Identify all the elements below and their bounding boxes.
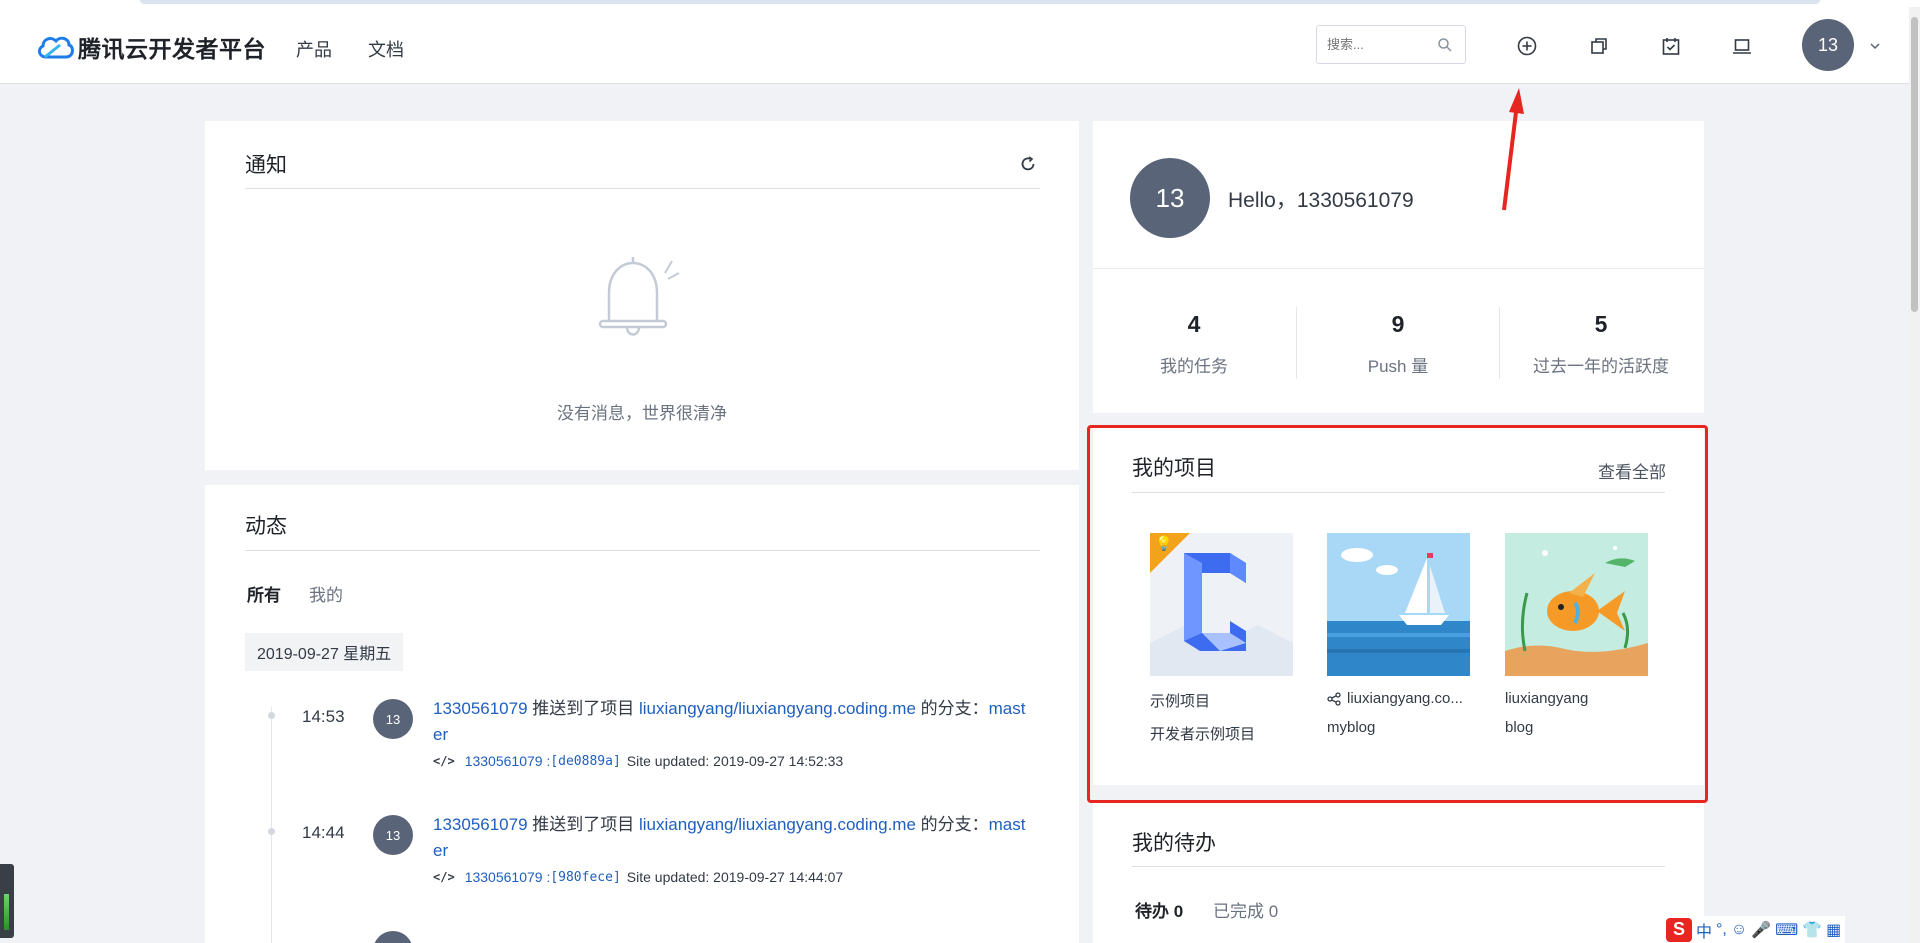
greeting: Hello，1330561079	[1228, 189, 1414, 212]
activity-title: 动态	[245, 515, 287, 538]
todo-title: 我的待办	[1132, 832, 1216, 855]
activity-entry: 1330561079 推送到了项目 liuxiangyang/liuxiangy…	[433, 815, 1026, 860]
brand-logo[interactable]: 腾讯云开发者平台	[36, 27, 266, 67]
commit-user-link[interactable]: 1330561079 :	[465, 753, 551, 769]
stat-activity[interactable]: 5 过去一年的活跃度	[1501, 311, 1701, 377]
ime-punctuation-icon[interactable]: °,	[1716, 921, 1727, 939]
nav-docs[interactable]: 文档	[368, 36, 404, 62]
task-check-icon[interactable]	[1660, 35, 1682, 57]
tab-mine[interactable]: 我的	[309, 581, 343, 606]
user-avatar[interactable]: 13	[1802, 19, 1854, 71]
profile-avatar[interactable]: 13	[1130, 158, 1210, 238]
ime-mic-icon[interactable]: 🎤	[1751, 920, 1771, 940]
activity-card: 动态 所有 我的 2019-09-27 星期五 14:53 13 1330561…	[205, 485, 1079, 943]
commit-line: </> 1330561079 : [980fece] Site updated:…	[433, 869, 843, 885]
commit-message: Site updated: 2019-09-27 14:44:07	[626, 869, 844, 885]
bell-icon	[598, 257, 680, 336]
top-strip	[0, 0, 1920, 7]
top-header: 腾讯云开发者平台 产品 文档 13	[0, 7, 1909, 84]
ime-logo[interactable]: S	[1666, 917, 1692, 942]
entry-time: 14:44	[302, 823, 345, 842]
commit-user-link[interactable]: 1330561079 :	[465, 869, 551, 885]
side-meter	[0, 864, 14, 938]
refresh-icon[interactable]	[1018, 154, 1038, 174]
annotation-arrow-icon	[1502, 88, 1524, 211]
search-box[interactable]	[1316, 25, 1466, 64]
tab-todo[interactable]: 待办 0	[1135, 897, 1183, 922]
todo-card: 我的待办 待办 0 已完成 0	[1093, 800, 1704, 943]
stat-tasks[interactable]: 4 我的任务	[1094, 311, 1294, 377]
chevron-down-icon[interactable]	[1868, 39, 1882, 53]
profile-card: 13 Hello，1330561079 4 我的任务 9 Push 量 5 过去…	[1093, 121, 1704, 413]
cloud-logo-icon	[37, 36, 74, 59]
nav-products[interactable]: 产品	[296, 36, 332, 62]
ime-emoji-icon[interactable]: ☺	[1731, 921, 1747, 939]
code-icon: </>	[433, 754, 455, 768]
commit-hash-link[interactable]: [980fece]	[550, 870, 620, 885]
search-icon[interactable]	[1437, 37, 1453, 53]
ime-grid-icon[interactable]: ▦	[1826, 920, 1841, 940]
page-scrollbar[interactable]	[1909, 7, 1920, 943]
notifications-card: 通知 没有消息，世界很清净	[205, 121, 1079, 470]
copy-icon[interactable]	[1588, 35, 1610, 57]
laptop-icon[interactable]	[1731, 35, 1753, 57]
commit-message: Site updated: 2019-09-27 14:52:33	[626, 753, 844, 769]
user-link[interactable]: 1330561079	[433, 815, 528, 834]
commit-line: </> 1330561079 : [de0889a] Site updated:…	[433, 753, 843, 769]
project-link[interactable]: liuxiangyang/liuxiangyang.coding.me	[639, 699, 916, 718]
notifications-title: 通知	[245, 154, 287, 177]
tab-all[interactable]: 所有	[247, 581, 281, 606]
ime-skin-icon[interactable]: 👕	[1802, 920, 1822, 940]
activity-entry: 1330561079 推送到了项目 liuxiangyang/liuxiangy…	[433, 699, 1026, 744]
user-link[interactable]: 1330561079	[433, 699, 528, 718]
avatar	[373, 931, 413, 943]
ime-chinese-mode[interactable]: 中	[1696, 918, 1712, 942]
brand-name: 腾讯云开发者平台	[78, 36, 266, 62]
tab-done[interactable]: 已完成 0	[1213, 897, 1278, 922]
ime-toolbar[interactable]: S 中 °, ☺ 🎤 ⌨ 👕 ▦	[1662, 916, 1846, 943]
search-input[interactable]	[1327, 26, 1437, 62]
code-icon: </>	[433, 870, 455, 884]
empty-notifications-text: 没有消息，世界很清净	[557, 404, 727, 423]
ime-keyboard-icon[interactable]: ⌨	[1775, 920, 1798, 940]
plus-circle-icon[interactable]	[1516, 35, 1538, 57]
avatar[interactable]: 13	[373, 815, 413, 855]
project-link[interactable]: liuxiangyang/liuxiangyang.coding.me	[639, 815, 916, 834]
avatar[interactable]: 13	[373, 699, 413, 739]
highlight-box	[1087, 425, 1708, 803]
entry-time: 14:53	[302, 707, 345, 726]
commit-hash-link[interactable]: [de0889a]	[550, 754, 620, 769]
stat-push[interactable]: 9 Push 量	[1298, 311, 1498, 377]
activity-date: 2019-09-27 星期五	[245, 633, 404, 671]
